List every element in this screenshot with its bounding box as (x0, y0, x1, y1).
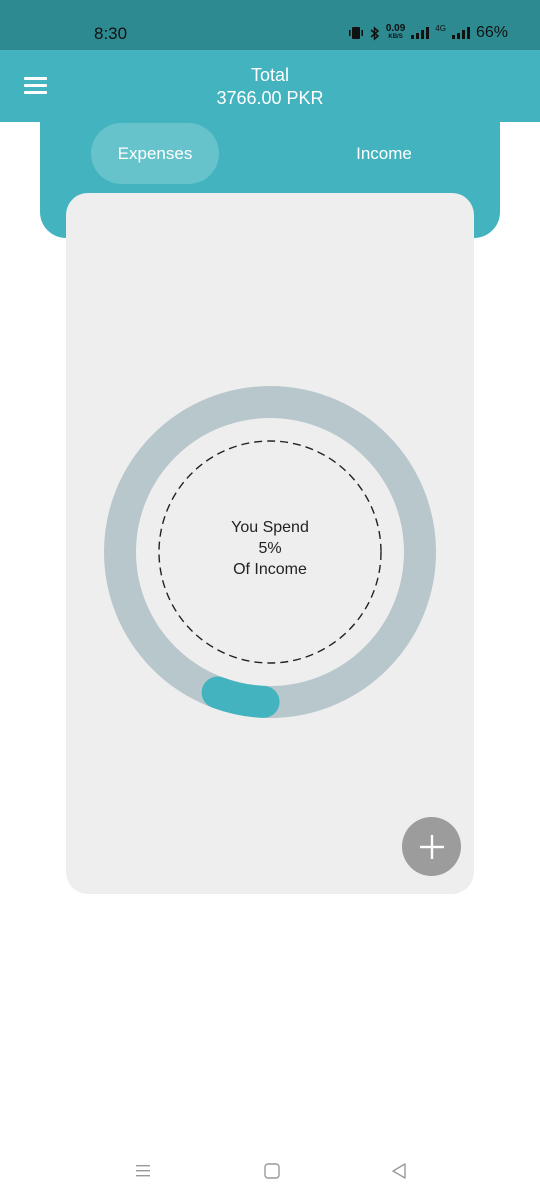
network-speed: 0.09 KB/S (385, 23, 406, 41)
summary-card: You Spend 5% Of Income (66, 193, 474, 894)
ring-progress (201, 676, 280, 718)
bluetooth-icon (370, 25, 379, 41)
tab-expenses[interactable]: Expenses (91, 123, 219, 184)
back-icon[interactable] (390, 1162, 408, 1180)
home-icon[interactable] (263, 1162, 281, 1180)
battery-level: 66% (475, 24, 508, 41)
spend-summary: You Spend 5% Of Income (170, 517, 370, 580)
spend-percent: 5% (258, 540, 282, 557)
recents-icon[interactable] (134, 1162, 152, 1180)
tab-income[interactable]: Income (320, 123, 448, 184)
total-amount: 3766.00 PKR (216, 88, 324, 108)
network-speed-unit: KB/S (388, 34, 403, 40)
status-time: 8:30 (94, 24, 128, 43)
signal-icon (411, 27, 430, 39)
system-nav-bar (0, 1146, 540, 1200)
header-title-block: Total 3766.00 PKR (0, 64, 540, 110)
spend-suffix: Of Income (233, 561, 307, 578)
add-button[interactable] (402, 817, 461, 876)
status-bar: 8:30 0.09 KB/S 4G 66% (0, 0, 540, 50)
status-icons: 0.09 KB/S 4G 66% (348, 24, 508, 42)
signal-icon-2 (451, 27, 470, 39)
app-bar: Total 3766.00 PKR (0, 50, 540, 122)
vibrate-icon (348, 27, 363, 39)
page-title: Total (250, 65, 290, 85)
network-speed-value: 0.09 (385, 23, 406, 34)
network-type: 4G (435, 24, 446, 33)
spend-label: You Spend (231, 519, 309, 536)
plus-icon (419, 834, 444, 859)
